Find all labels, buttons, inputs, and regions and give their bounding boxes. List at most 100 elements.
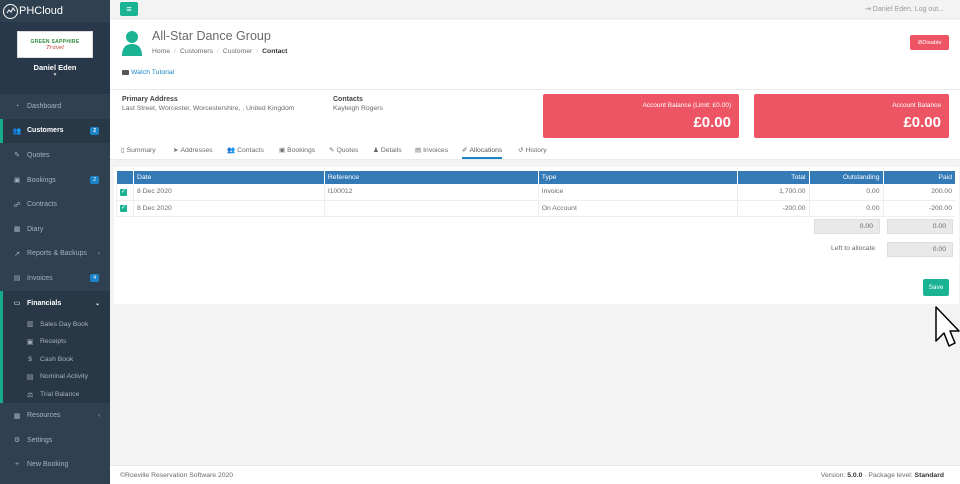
- row-checkbox[interactable]: ✓: [116, 200, 134, 217]
- select-column-header: [116, 171, 134, 184]
- resources-icon: ▦: [13, 412, 21, 420]
- profile-name[interactable]: Daniel Eden: [0, 63, 110, 72]
- breadcrumb-customers[interactable]: Customers: [180, 48, 213, 55]
- sidebar-item-label: Bookings: [27, 176, 56, 184]
- address-label: Primary Address: [122, 96, 178, 103]
- watch-tutorial-link[interactable]: Watch Tutorial: [122, 69, 174, 76]
- sidebar-item-new-booking[interactable]: + New Booking: [0, 453, 110, 478]
- app-logo[interactable]: PHCloud: [0, 0, 110, 22]
- sidebar-item-label: Customers: [27, 127, 64, 135]
- column-header-reference[interactable]: Reference: [323, 171, 539, 184]
- subitem-cash-book[interactable]: $ Cash Book: [3, 351, 110, 369]
- app-logo-text: PHCloud: [19, 5, 64, 17]
- logout-link[interactable]: ⇥ Daniel Eden, Log out...: [865, 5, 944, 13]
- sidebar-item-resources[interactable]: ▦ Resources ‹: [0, 403, 110, 428]
- disable-label: Disable: [922, 39, 942, 46]
- column-header-date[interactable]: Date: [132, 171, 325, 184]
- tab-bookings[interactable]: ▣ Bookings: [279, 146, 315, 154]
- doc-icon: ▯: [121, 147, 125, 154]
- subitem-trial-balance[interactable]: ⚖ Trial Balance: [3, 386, 110, 404]
- subitem-sales-day-book[interactable]: ▥ Sales Day Book: [3, 315, 110, 333]
- file-icon: ▤: [415, 147, 422, 154]
- copyright-text: ©Roeville Reservation Software 2020: [120, 472, 234, 479]
- column-header-total[interactable]: Total: [736, 171, 810, 184]
- customer-info: Primary Address Last Street, Worcester, …: [110, 90, 960, 143]
- row-checkbox[interactable]: ✓: [116, 184, 134, 201]
- send-icon: ➤: [173, 147, 179, 154]
- tab-details[interactable]: ♟ Details: [373, 146, 402, 154]
- sidebar-item-label: Resources: [27, 412, 61, 420]
- handshake-icon: ☍: [13, 201, 21, 209]
- balance-label: Account Balance: [892, 102, 941, 109]
- left-to-allocate-field: 0.00: [887, 242, 953, 257]
- menu-toggle-button[interactable]: ≡: [120, 2, 138, 16]
- tab-label: Bookings: [287, 147, 316, 154]
- tab-history[interactable]: ↺ History: [518, 146, 547, 154]
- column-header-paid[interactable]: Paid: [882, 171, 955, 184]
- sidebar-item-label: New Booking: [27, 461, 69, 469]
- cell-outstanding: 0.00: [808, 200, 883, 217]
- cloud-logo-icon: [3, 3, 18, 19]
- balance-value: £0.00: [903, 114, 941, 131]
- cell-paid[interactable]: 200.00: [882, 184, 955, 201]
- scale-icon: ⚖: [26, 391, 34, 399]
- column-header-type[interactable]: Type: [537, 171, 738, 184]
- check-icon: ✓: [120, 205, 127, 212]
- user-icon: ♟: [373, 147, 379, 154]
- allocations-panel: Date Reference Type Total Outstanding Pa…: [114, 167, 959, 304]
- sidebar-item-label: Reports & Backups: [27, 250, 87, 258]
- sidebar-item-settings[interactable]: ⚙ Settings: [0, 428, 110, 453]
- sidebar-item-diary[interactable]: ▦ Diary: [0, 217, 110, 242]
- sidebar-item-label: Quotes: [27, 151, 50, 159]
- tab-label: Details: [380, 147, 402, 154]
- sidebar-item-financials[interactable]: ▭ Financials ⌄: [0, 290, 110, 316]
- sidebar-item-bookings[interactable]: ▣ Bookings 2: [0, 168, 110, 193]
- sign-out-icon: ⇥: [864, 6, 873, 13]
- users-icon: 👥: [227, 147, 236, 154]
- check-icon: ✓: [120, 188, 127, 196]
- dashboard-icon: ◔: [14, 102, 20, 110]
- subitem-receipts[interactable]: ▣ Receipts: [3, 333, 110, 351]
- version-label: Version:: [820, 472, 846, 479]
- subitem-nominal-activity[interactable]: ▤ Nominal Activity: [3, 368, 110, 386]
- tab-summary[interactable]: ▯ Summary: [121, 146, 156, 154]
- account-balance-card: Account Balance £0.00: [754, 94, 949, 138]
- tab-contacts[interactable]: 👥 Contacts: [227, 146, 264, 154]
- tab-addresses[interactable]: ➤ Addresses: [173, 146, 213, 154]
- cell-reference: [323, 200, 539, 217]
- breadcrumb-home[interactable]: Home: [152, 48, 170, 55]
- tab-quotes[interactable]: ✎ Quotes: [329, 146, 358, 154]
- sidebar-item-reports[interactable]: ↗ Reports & Backups ‹: [0, 242, 110, 267]
- save-button[interactable]: Save: [923, 279, 949, 296]
- tab-invoices[interactable]: ▤ Invoices: [415, 146, 448, 154]
- contacts-value: Kayleigh Rogers: [333, 105, 383, 112]
- sidebar-item-invoices[interactable]: ▤ Invoices 4: [0, 266, 110, 291]
- tab-allocations[interactable]: ✐ Allocations: [462, 146, 503, 159]
- ticket-icon: ▣: [279, 147, 286, 154]
- address-value: Last Street, Worcester, Worcestershire, …: [122, 105, 295, 112]
- sidebar-item-quotes[interactable]: ✎ Quotes: [0, 143, 110, 168]
- user-avatar-icon: [122, 31, 142, 56]
- company-brand-logo: GREEN SAPPHIRE Travel: [17, 31, 93, 58]
- disable-button[interactable]: ⊘ Disable: [910, 35, 949, 50]
- left-to-allocate-label: Left to allocate: [831, 245, 876, 252]
- sidebar-item-customers[interactable]: 👥 Customers 2: [0, 118, 110, 144]
- chevron-down-icon[interactable]: ▼: [0, 72, 110, 78]
- column-header-outstanding[interactable]: Outstanding: [808, 171, 883, 184]
- tutorial-label: Watch Tutorial: [131, 69, 175, 76]
- history-icon: ↺: [518, 147, 524, 154]
- cell-paid[interactable]: -200.00: [882, 200, 955, 217]
- tab-label: Invoices: [423, 147, 449, 154]
- sidebar-item-dashboard[interactable]: ◔ Dashboard: [0, 94, 110, 119]
- sidebar-item-label: Contracts: [27, 201, 57, 209]
- subitem-label: Nominal Activity: [40, 373, 88, 381]
- sidebar-item-contracts[interactable]: ☍ Contracts: [0, 192, 110, 217]
- dollar-icon: $: [28, 355, 32, 363]
- chevron-down-icon: ⌄: [94, 300, 100, 307]
- breadcrumb: Home / Customers / Customer / Contact: [152, 48, 288, 55]
- top-bar: ≡ ⇥ Daniel Eden, Log out...: [110, 0, 960, 19]
- breadcrumb-customer[interactable]: Customer: [223, 48, 252, 55]
- package-value: Standard: [914, 472, 944, 479]
- sidebar-item-label: Diary: [27, 225, 44, 233]
- pen-icon: ✐: [462, 147, 468, 154]
